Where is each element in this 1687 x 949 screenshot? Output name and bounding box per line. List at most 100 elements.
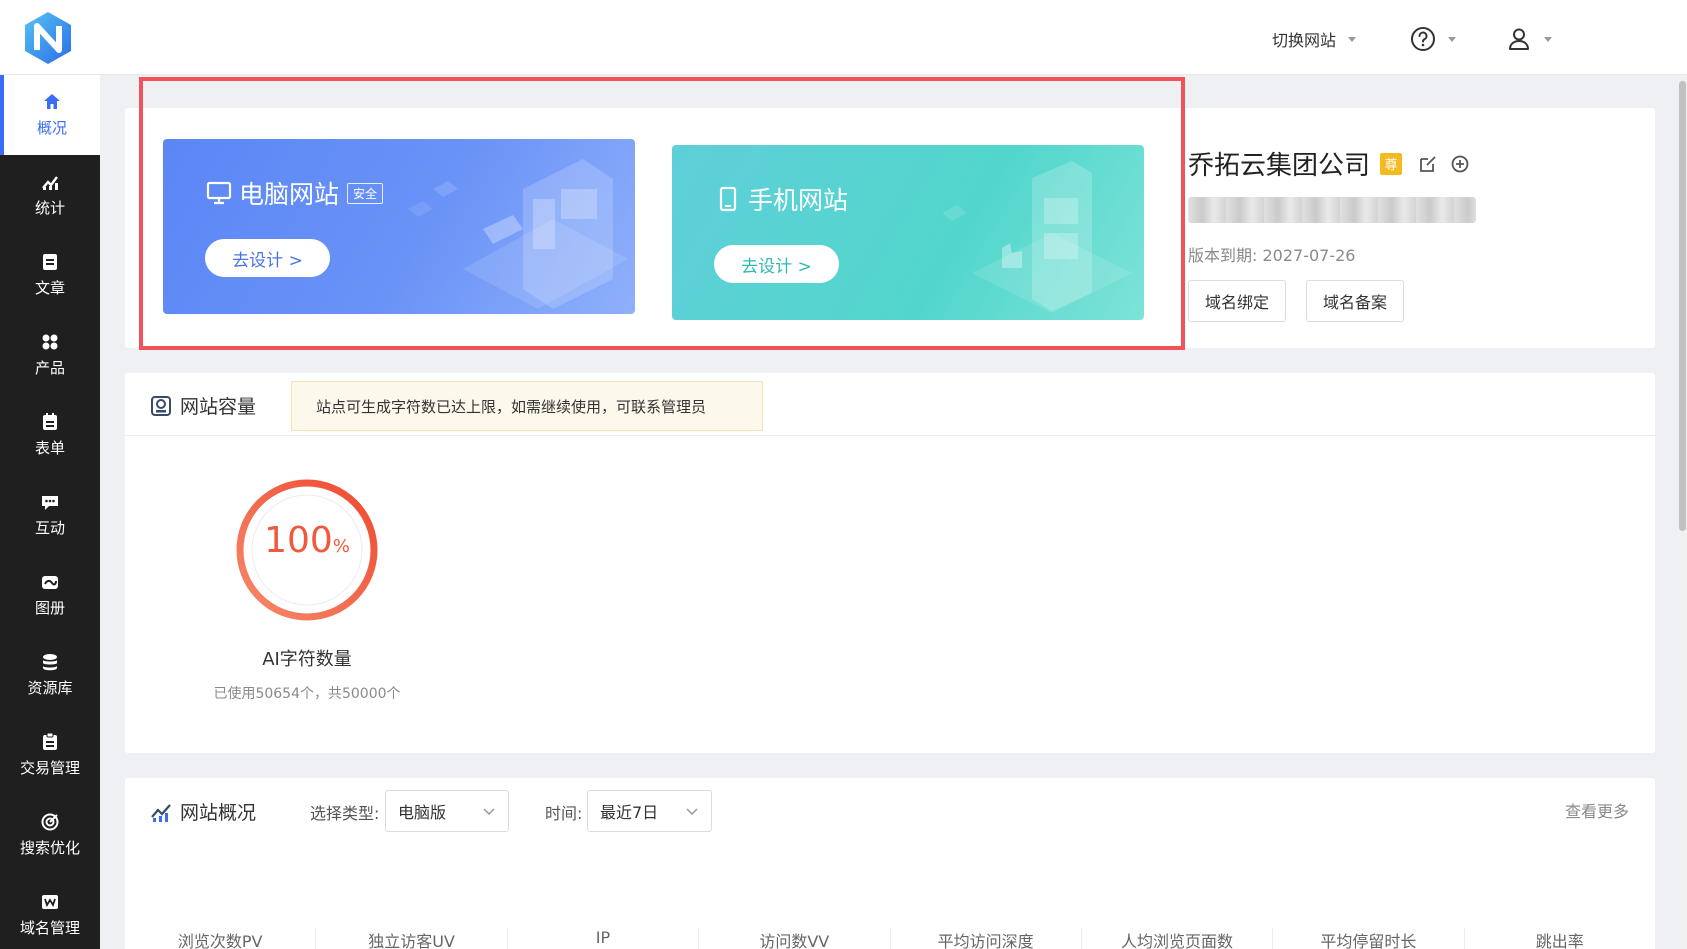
domain-bind-button[interactable]: 域名绑定 (1188, 280, 1287, 322)
stat-column-avg-depth: 平均访问深度 (891, 928, 1082, 949)
sidebar-item-label: 交易管理 (19, 759, 80, 777)
stat-column-pv: 浏览次数PV (125, 928, 317, 949)
sidebar-item-label: 图册 (34, 599, 65, 617)
sidebar-item-articles[interactable]: 文章 (0, 235, 100, 315)
mobile-design-button[interactable]: 去设计 > (714, 245, 839, 283)
sidebar-item-label: 产品 (34, 359, 65, 377)
switch-site-dropdown[interactable]: 切换网站 (1272, 26, 1357, 52)
caret-down-icon (1348, 36, 1357, 42)
add-circle-icon[interactable] (1450, 154, 1470, 174)
page-scrollbar[interactable] (1678, 75, 1687, 949)
type-filter-label: 选择类型: (310, 804, 380, 823)
help-dropdown[interactable] (1410, 26, 1456, 52)
pc-design-button[interactable]: 去设计 > (205, 239, 330, 277)
sidebar-item-overview[interactable]: 概况 (0, 75, 100, 155)
domain-icon (42, 895, 58, 909)
grid-icon (42, 334, 58, 350)
usage-label: AI字符数量 (262, 649, 352, 670)
stat-column-pages-per-user: 人均浏览页面数 (1082, 928, 1274, 949)
isometric-illustration (942, 161, 1132, 313)
sidebar-item-label: 资源库 (27, 679, 73, 697)
form-icon (43, 413, 57, 430)
vip-badge: 尊 (1380, 152, 1403, 175)
capacity-header: 网站容量 (150, 392, 256, 419)
blurred-site-url (1188, 197, 1476, 223)
sidebar-item-label: 域名管理 (19, 919, 80, 937)
type-select[interactable]: 电脑版 (385, 790, 509, 832)
sidebar-item-products[interactable]: 产品 (0, 315, 100, 395)
stat-column-vv: 访问数VV (699, 928, 891, 949)
desktop-icon (206, 181, 232, 205)
trend-chart-icon (151, 803, 171, 822)
chevron-down-icon (686, 808, 698, 816)
sidebar-item-label: 文章 (34, 279, 65, 297)
sidebar-item-label: 概况 (36, 119, 67, 137)
domain-filing-button[interactable]: 域名备案 (1306, 280, 1405, 322)
secure-tag: 安全 (347, 182, 384, 204)
type-select-value: 电脑版 (398, 803, 447, 822)
user-icon (1509, 28, 1529, 50)
mobile-site-card[interactable]: 手机网站 去设计 > (672, 145, 1144, 320)
stat-column-avg-duration: 平均停留时长 (1273, 928, 1465, 949)
stat-column-ip: IP (508, 928, 700, 949)
view-more-link[interactable]: 查看更多 (1565, 798, 1629, 822)
chat-icon (42, 496, 58, 510)
capacity-notice: 站点可生成字符数已达上限，如需继续使用，可联系管理员 (291, 381, 763, 431)
switch-site-label: 切换网站 (1272, 31, 1337, 50)
scrollbar-thumb[interactable] (1679, 81, 1686, 531)
help-icon (1411, 27, 1435, 51)
company-name: 乔拓云集团公司 (1188, 151, 1371, 181)
sidebar-item-label: 搜索优化 (19, 839, 80, 857)
sidebar-item-domain[interactable]: 域名管理 (0, 875, 100, 949)
stat-column-uv: 独立访客UV (316, 928, 508, 949)
pc-card-title: 电脑网站 (239, 180, 340, 209)
usage-percent-value: 100 (264, 520, 333, 561)
company-name-row: 乔拓云集团公司 尊 (1188, 145, 1470, 182)
pc-site-card[interactable]: 电脑网站 安全 去设计 > (163, 139, 635, 314)
sidebar-item-seo[interactable]: 搜索优化 (0, 795, 100, 875)
storage-icon (151, 395, 171, 416)
mobile-card-title-row: 手机网站 (714, 181, 848, 217)
time-select[interactable]: 最近7日 (587, 790, 712, 832)
time-filter-label: 时间: (545, 804, 583, 823)
edit-icon[interactable] (1418, 154, 1438, 174)
usage-percent-unit: % (332, 536, 350, 557)
chart-icon (42, 176, 58, 190)
usage-detail: 已使用50654个，共50000个 (213, 686, 401, 702)
logo-icon[interactable] (22, 10, 74, 66)
capacity-title: 网站容量 (180, 396, 257, 418)
version-expiry: 版本到期: 2027-07-26 (1188, 246, 1356, 265)
article-icon (43, 254, 57, 270)
sidebar-item-stats[interactable]: 统计 (0, 155, 100, 235)
sidebar-item-label: 互动 (34, 519, 65, 537)
seo-icon (41, 813, 59, 831)
sidebar-item-interaction[interactable]: 互动 (0, 475, 100, 555)
sidebar-item-album[interactable]: 图册 (0, 555, 100, 635)
isometric-illustration (408, 159, 628, 309)
overview-header: 网站概况 (150, 798, 256, 825)
caret-down-icon (1544, 36, 1552, 42)
usage-percent: 100% (232, 520, 382, 561)
chevron-down-icon (483, 808, 495, 816)
sidebar-item-trade[interactable]: 交易管理 (0, 715, 100, 795)
pc-card-title-row: 电脑网站 安全 (205, 175, 384, 211)
caret-down-icon (1448, 36, 1456, 42)
stats-header-row: 浏览次数PV 独立访客UV IP 访问数VV 平均访问深度 人均浏览页面数 平均… (125, 928, 1655, 949)
mobile-phone-icon (719, 186, 737, 212)
top-header: 切换网站 (0, 0, 1687, 75)
section-divider (125, 435, 1655, 436)
overview-title: 网站概况 (180, 802, 257, 824)
time-select-value: 最近7日 (600, 803, 659, 822)
mobile-card-title: 手机网站 (748, 186, 849, 215)
album-icon (42, 576, 58, 589)
home-icon (44, 94, 60, 109)
sidebar-item-label: 统计 (34, 199, 65, 217)
stat-column-bounce-rate: 跳出率 (1535, 932, 1584, 949)
trade-icon (43, 732, 57, 750)
sidebar-item-label: 表单 (34, 439, 65, 457)
sidebar: 概况 统计 文章 产品 表单 互动 图册 资源库 交易管理 搜索优化 域名管理 (0, 75, 100, 949)
sidebar-item-forms[interactable]: 表单 (0, 395, 100, 475)
user-dropdown[interactable] (1506, 26, 1552, 52)
sidebar-item-resources[interactable]: 资源库 (0, 635, 100, 715)
database-icon (43, 654, 57, 671)
